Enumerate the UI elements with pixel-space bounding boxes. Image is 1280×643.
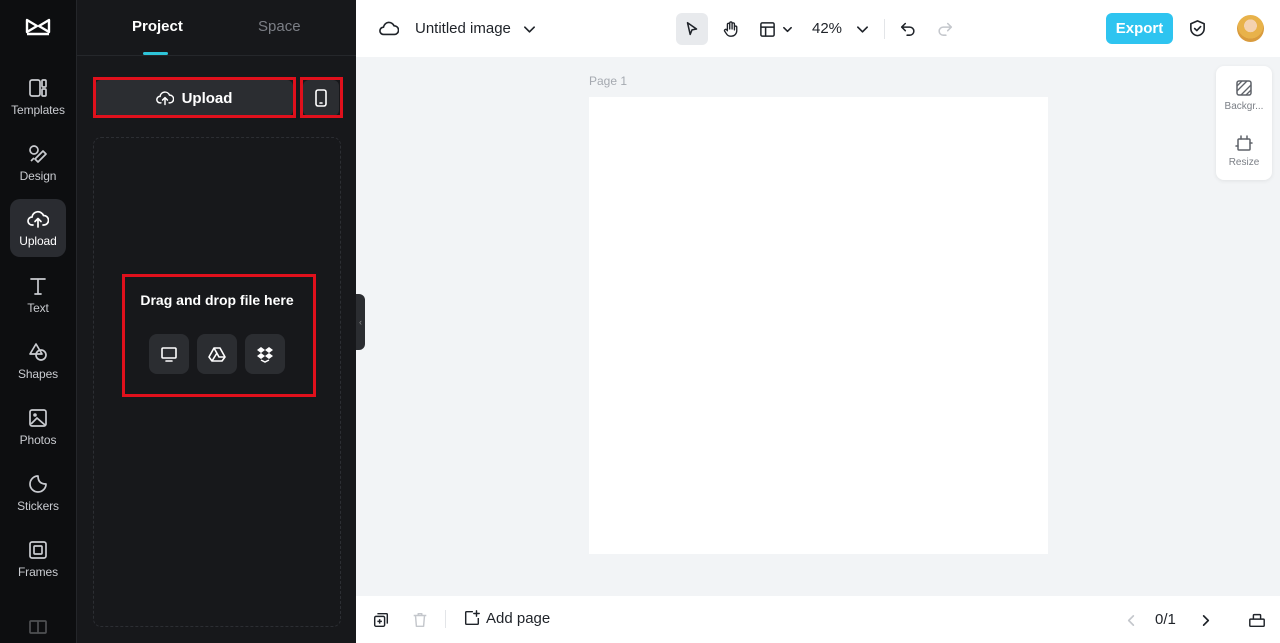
redo-button[interactable]	[933, 16, 957, 40]
frames-icon	[29, 541, 47, 559]
export-button[interactable]: Export	[1106, 13, 1173, 44]
resize-icon	[1235, 135, 1253, 151]
chevron-left-icon	[1127, 614, 1134, 626]
upload-from-phone-button[interactable]	[303, 80, 339, 116]
text-icon	[30, 278, 46, 295]
page-counter: 0/1	[1155, 611, 1176, 628]
upload-button-label: Upload	[181, 89, 233, 107]
add-page-icon	[464, 610, 480, 626]
phone-icon	[315, 89, 327, 107]
dropzone-text: Drag and drop file here	[140, 292, 294, 308]
photos-icon	[29, 409, 47, 427]
rail-item-upload[interactable]: Upload	[10, 199, 66, 257]
rail-label-design: Design	[19, 169, 57, 183]
user-avatar[interactable]	[1237, 15, 1264, 42]
undo-icon	[900, 22, 915, 36]
trash-icon	[413, 612, 427, 628]
rail-label-frames: Frames	[17, 565, 59, 579]
next-page-button[interactable]	[1195, 609, 1215, 631]
upload-icon	[27, 210, 49, 228]
panel-tabs: Project Space	[77, 0, 357, 56]
shield-check-icon	[1189, 19, 1205, 36]
rail-item-shapes[interactable]: Shapes	[10, 332, 66, 390]
tab-space[interactable]: Space	[258, 18, 301, 35]
background-tool-label: Backgr...	[1224, 101, 1264, 112]
side-tools-panel: Backgr... Resize	[1216, 66, 1272, 180]
document-title[interactable]: Untitled image	[415, 20, 511, 37]
add-page-button[interactable]: Add page	[463, 609, 550, 627]
design-icon	[29, 145, 47, 163]
rail-item-templates[interactable]: Templates	[10, 68, 66, 126]
cloud-sync-icon[interactable]	[378, 18, 400, 40]
collapse-panel-handle[interactable]: ‹	[356, 294, 365, 350]
top-bar: Untitled image 42% Export	[356, 0, 1280, 57]
layout-menu-button[interactable]	[756, 13, 796, 45]
rail-item-more[interactable]	[10, 596, 66, 643]
grid-icon	[29, 620, 47, 634]
rail-item-stickers[interactable]: Stickers	[10, 464, 66, 522]
capcut-logo-icon[interactable]	[24, 14, 52, 42]
background-icon	[1236, 80, 1252, 96]
layout-icon	[760, 21, 775, 37]
chevron-right-icon	[1202, 614, 1209, 626]
title-chevron-down-icon[interactable]	[520, 18, 538, 40]
bottom-divider	[445, 610, 446, 628]
undo-button[interactable]	[896, 16, 920, 40]
rail-item-photos[interactable]: Photos	[10, 398, 66, 456]
dropbox-icon	[257, 347, 273, 363]
toolbar-divider	[884, 19, 885, 39]
hand-icon	[723, 21, 738, 37]
upload-button[interactable]: Upload	[95, 80, 293, 116]
rail-label-templates: Templates	[11, 103, 65, 117]
upload-from-computer-button[interactable]	[149, 334, 189, 374]
redo-icon	[938, 22, 953, 36]
upload-from-google-drive-button[interactable]	[197, 334, 237, 374]
dropzone[interactable]	[93, 137, 341, 627]
left-rail: Templates Design Upload Text Shapes Phot…	[0, 0, 76, 643]
bottom-bar: Add page 0/1	[356, 596, 1280, 643]
rail-item-frames[interactable]: Frames	[10, 530, 66, 588]
rail-label-upload: Upload	[19, 234, 57, 248]
zoom-chevron-down-icon[interactable]	[854, 18, 870, 40]
computer-icon	[161, 347, 177, 362]
resize-tool-label: Resize	[1228, 157, 1260, 168]
duplicate-icon	[373, 612, 389, 628]
rail-label-stickers: Stickers	[17, 499, 59, 513]
add-page-label: Add page	[486, 609, 551, 627]
rail-item-text[interactable]: Text	[10, 266, 66, 324]
background-tool[interactable]: Backgr...	[1216, 79, 1272, 112]
google-drive-icon	[208, 347, 226, 362]
cursor-icon	[686, 21, 698, 36]
security-shield-button[interactable]	[1185, 16, 1209, 40]
upload-panel: Project Space Upload Drag and drop file …	[76, 0, 357, 643]
canvas-page[interactable]	[589, 97, 1048, 554]
hand-tool-button[interactable]	[715, 13, 747, 45]
select-tool-button[interactable]	[676, 13, 708, 45]
rail-label-photos: Photos	[19, 433, 57, 447]
active-tab-indicator	[143, 52, 168, 55]
cloud-upload-icon	[155, 91, 174, 106]
pages-panel-icon	[1249, 613, 1265, 628]
page-panel-toggle-button[interactable]	[1246, 609, 1268, 631]
delete-page-button[interactable]	[409, 609, 431, 631]
resize-tool[interactable]: Resize	[1216, 135, 1272, 168]
zoom-level[interactable]: 42%	[812, 20, 842, 37]
templates-icon	[29, 79, 47, 97]
stickers-icon	[29, 475, 47, 493]
tab-project[interactable]: Project	[132, 18, 183, 35]
shapes-icon	[29, 343, 47, 361]
rail-item-design[interactable]: Design	[10, 134, 66, 192]
duplicate-page-button[interactable]	[370, 609, 392, 631]
upload-from-dropbox-button[interactable]	[245, 334, 285, 374]
page-label: Page 1	[589, 74, 628, 88]
chevron-down-icon	[783, 26, 792, 32]
previous-page-button[interactable]	[1121, 609, 1141, 631]
rail-label-text: Text	[27, 301, 49, 315]
rail-label-shapes: Shapes	[17, 367, 59, 381]
